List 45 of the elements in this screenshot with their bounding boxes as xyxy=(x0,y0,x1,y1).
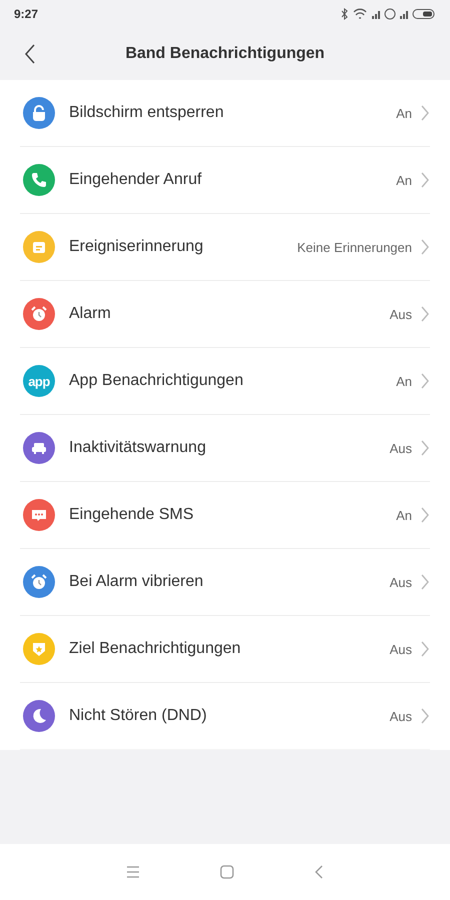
setting-value: An xyxy=(396,172,412,188)
roaming-icon xyxy=(384,8,396,20)
setting-label[interactable]: Ereigniserinnerung xyxy=(69,238,298,256)
setting-label[interactable]: Ziel Benachrichtigungen xyxy=(69,640,390,658)
bluetooth-icon xyxy=(342,8,348,20)
battery-icon xyxy=(412,9,434,19)
notification-icon: app xyxy=(23,365,55,397)
chevron-icon xyxy=(420,239,430,255)
setting-value: An xyxy=(396,508,412,522)
home-icon[interactable] xyxy=(220,865,234,879)
setting-label[interactable]: Eingehende SMS xyxy=(69,506,396,524)
chevron-icon xyxy=(420,574,430,590)
setting-value: An xyxy=(396,106,412,120)
page-title: Band Benachrichtigungen xyxy=(125,45,325,63)
chevron-icon xyxy=(420,105,430,121)
chevron-icon xyxy=(420,641,430,657)
setting-label[interactable]: Inaktivitätswarnung xyxy=(69,439,390,457)
setting-value: An xyxy=(396,374,412,388)
alarm-clock-icon xyxy=(29,572,49,592)
setting-value: Aus xyxy=(390,574,412,590)
setting-label[interactable]: Bildschirm entsperren xyxy=(69,104,396,122)
setting-value: Aus xyxy=(390,708,412,724)
setting-label[interactable]: App Benachrichtigungen xyxy=(69,372,396,390)
chevron-icon xyxy=(420,708,430,724)
setting-value: Keine Erinnerungen xyxy=(297,240,412,254)
phone-icon xyxy=(29,170,49,190)
chevron-icon xyxy=(420,507,430,523)
setting-label[interactable]: Bei Alarm vibrieren xyxy=(69,573,390,591)
back-icon[interactable] xyxy=(24,44,36,64)
menu-icon[interactable] xyxy=(126,866,140,878)
setting-value: Aus xyxy=(390,440,412,456)
setting-value: Aus xyxy=(390,642,412,656)
chevron-icon xyxy=(420,306,430,322)
setting-label[interactable]: Eingehender Anruf xyxy=(69,171,396,189)
alarm-clock-icon xyxy=(29,304,49,324)
setting-label[interactable]: Nicht Stören (DND) xyxy=(69,707,390,725)
status-time: 9:27 xyxy=(14,7,38,21)
setting-value: Aus xyxy=(390,306,412,322)
setting-label[interactable]: Alarm xyxy=(69,305,390,323)
signal-icon xyxy=(400,11,408,19)
chevron-icon xyxy=(420,172,430,188)
wifi-icon xyxy=(353,8,367,19)
signal-icon xyxy=(372,11,380,19)
chevron-icon xyxy=(420,373,430,389)
chevron-icon xyxy=(420,440,430,456)
